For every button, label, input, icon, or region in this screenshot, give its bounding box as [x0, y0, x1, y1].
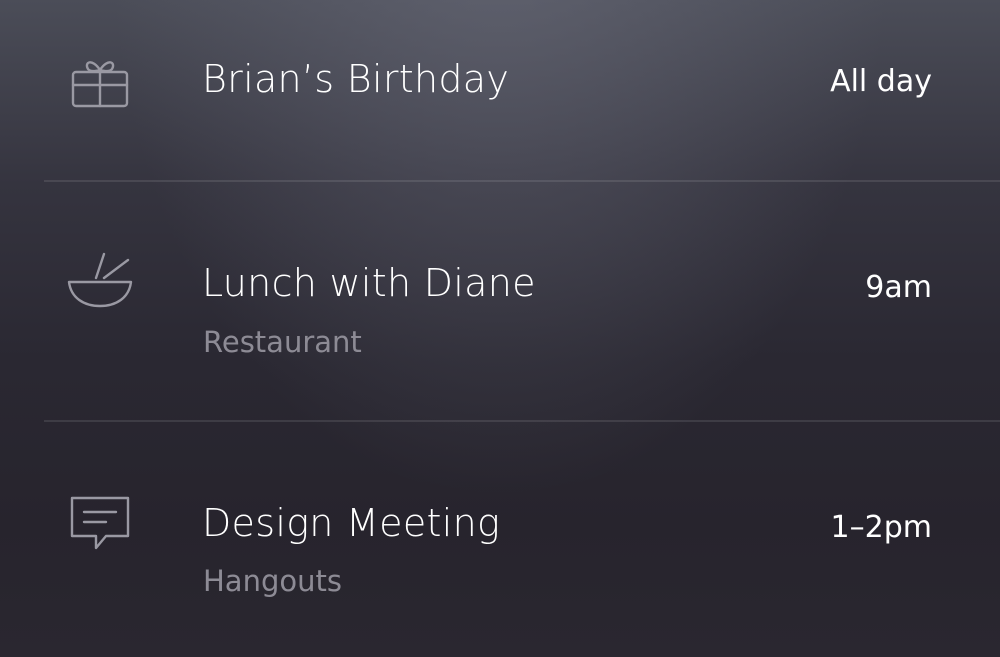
chat-bubble-icon — [66, 492, 134, 556]
event-subtitle: Restaurant — [203, 325, 362, 359]
event-time: 9am — [865, 270, 932, 305]
event-row-meeting[interactable]: Design Meeting Hangouts 1–2pm — [0, 422, 1000, 657]
bowl-chopsticks-icon — [66, 248, 134, 312]
event-row-birthday[interactable]: Brian’s Birthday All day — [0, 0, 1000, 180]
event-time: 1–2pm — [830, 510, 932, 545]
event-title: Lunch with Diane — [202, 261, 536, 305]
gift-icon — [66, 50, 134, 114]
event-time: All day — [830, 64, 932, 99]
event-list: Brian’s Birthday All day Lunch with Dian… — [0, 0, 1000, 657]
event-row-lunch[interactable]: Lunch with Diane Restaurant 9am — [0, 182, 1000, 420]
event-subtitle: Hangouts — [203, 564, 342, 598]
event-title: Brian’s Birthday — [202, 57, 510, 101]
event-title: Design Meeting — [202, 501, 501, 545]
